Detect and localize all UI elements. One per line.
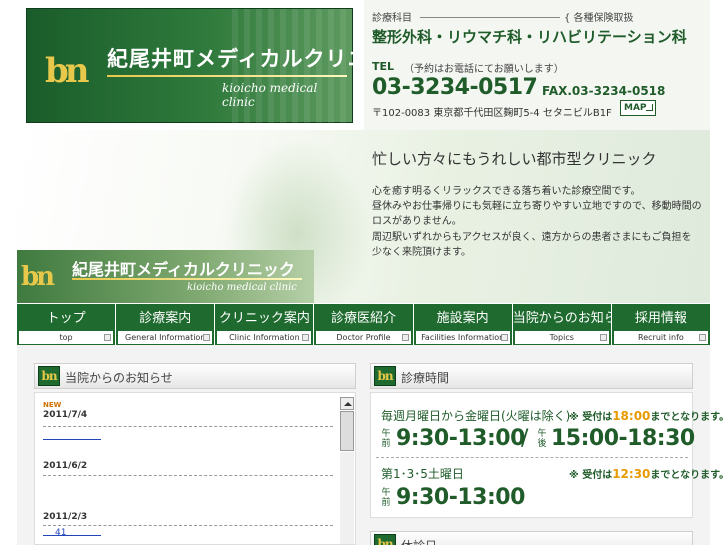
arrow-icon — [500, 334, 508, 341]
nav-label: 当院からのお知らせ — [512, 311, 630, 326]
logo-underline — [107, 75, 347, 77]
hours-table: 毎週月曜日から金曜日(火曜は除く) ※ 受付は18:00までとなります。 午前 … — [370, 392, 727, 518]
nav-sublabel: Topics — [513, 330, 610, 345]
hero-text-line: 少なく来院頂けます。 — [372, 247, 471, 258]
weekday-label: 毎週月曜日から金曜日(火曜は除く) — [381, 409, 571, 423]
news-link[interactable]: 41 — [43, 528, 101, 538]
tel-note: （予約はお電話にてお願いします） — [404, 64, 564, 75]
header-logo[interactable]: bn 紀尾井町メディカルクリニック kioicho medical clinic — [26, 8, 413, 124]
nav-label: 施設案内 — [436, 311, 489, 326]
nav-sublabel: Recruit info — [612, 330, 709, 345]
holiday-header: bn 休診日 — [370, 531, 693, 545]
saturday-note: ※ 受付は12:30までとなります。 — [569, 467, 727, 481]
address: 〒102-0083 東京都千代田区麹町5-4 セタニビルB1F — [372, 108, 612, 119]
arrow-icon — [698, 334, 706, 341]
news-link[interactable] — [43, 432, 101, 440]
news-title: 当院からのお知らせ — [65, 371, 173, 385]
am-label: 午前 — [381, 429, 391, 449]
bn-logo-icon: bn — [374, 366, 396, 386]
am-label: 午前 — [381, 488, 391, 508]
nav-label: 診療案内 — [139, 311, 192, 326]
divider — [376, 457, 688, 458]
nav-item-doctor-profile[interactable]: 診療医紹介 Doctor Profile — [314, 304, 414, 346]
arrow-icon — [104, 334, 112, 341]
arrow-icon — [203, 334, 211, 341]
header-logo-panel: bn 紀尾井町メディカルクリニック kioicho medical clinic — [17, 0, 413, 130]
clinic-name-en: kioicho medical clinic — [222, 81, 318, 109]
weekday-note: ※ 受付は18:00までとなります。 — [569, 409, 727, 423]
nav-sublabel: Facilities Information — [414, 330, 511, 345]
divider — [43, 426, 333, 427]
news-list: NEW 2011/7/4 2011/6/2 2011/2/3 41 — [34, 392, 356, 545]
saturday-am-hours: 9:30-13:00 — [396, 485, 525, 510]
logo-underline — [72, 278, 302, 280]
nav-label: トップ — [46, 311, 86, 326]
hero-text-line: 心を癒す明るくリラックスできる落ち着いた診療空間です。 — [372, 186, 641, 197]
scroll-thumb[interactable] — [340, 411, 354, 451]
nav-item-recruit[interactable]: 採用情報 Recruit info — [611, 304, 710, 346]
arrow-icon — [302, 334, 310, 341]
news-date: 2011/6/2 — [43, 461, 88, 471]
nav-sublabel: top — [18, 330, 115, 345]
arrow-icon — [401, 334, 409, 341]
news-date: 2011/2/3 — [43, 512, 88, 522]
bn-logo-icon: bn — [38, 366, 60, 386]
header-info: 診療科目 { 各種保険取扱 整形外科・リウマチ科・リハビリテーション科 TEL … — [364, 0, 710, 130]
map-button-label: MAP — [624, 103, 647, 113]
list-item: 2011/2/3 41 — [43, 512, 333, 538]
hero-headline: 忙しい方々にもうれしい都市型クリニック — [372, 150, 657, 168]
holiday-title: 休診日 — [401, 537, 437, 545]
weekday-am-hours: 9:30-13:00 — [396, 426, 525, 451]
news-header: bn 当院からのお知らせ — [34, 363, 356, 389]
hero-banner: bn 紀尾井町メディカルクリニック kioicho medical clinic… — [17, 130, 710, 303]
bn-logo-icon: bn — [21, 262, 55, 292]
nav-item-facilities[interactable]: 施設案内 Facilities Information — [413, 304, 513, 346]
arrow-icon — [646, 104, 653, 111]
phone-number: 03-3234-0517 — [372, 75, 538, 100]
divider — [43, 475, 333, 476]
new-badge: NEW — [43, 401, 62, 409]
bn-logo-icon: bn — [45, 51, 89, 91]
clinic-name: 紀尾井町メディカルクリニック — [72, 260, 295, 279]
dept-label: 診療科目 — [372, 13, 412, 24]
main-nav: トップ top 診療案内 General Information クリニック案内… — [17, 303, 710, 346]
clinic-name-en: kioicho medical clinic — [187, 282, 297, 293]
tel-label: TEL — [372, 60, 395, 73]
nav-item-topics[interactable]: 当院からのお知らせ Topics — [512, 304, 630, 346]
nav-item-top[interactable]: トップ top — [17, 304, 117, 346]
news-date: 2011/7/4 — [43, 410, 88, 420]
page: { "header": { "logo_mark": "bn", "clinic… — [0, 0, 727, 545]
insurance-note: { 各種保険取扱 — [564, 13, 634, 24]
hero-logo: bn 紀尾井町メディカルクリニック kioicho medical clinic — [17, 250, 314, 303]
divider — [43, 525, 333, 526]
divider — [420, 17, 560, 18]
hero-text-line: 周辺駅いずれからもアクセスが良く、遠方からの患者さまにもご負担を — [372, 232, 692, 243]
nav-sublabel: General Information — [117, 330, 214, 345]
scroll-track[interactable] — [340, 452, 354, 544]
saturday-label: 第1･3･5土曜日 — [381, 467, 464, 481]
nav-label: クリニック案内 — [218, 311, 310, 326]
nav-sublabel: Clinic Information — [216, 330, 313, 345]
nav-sublabel: Doctor Profile — [315, 330, 412, 345]
scrollbar[interactable] — [340, 397, 355, 544]
bn-logo-icon: bn — [374, 534, 396, 545]
pm-label: 午後 — [537, 429, 547, 449]
hero-text-line: 昼休みやお仕事帰りにも気軽に立ち寄りやすい立地ですので、移動時間の — [372, 201, 702, 212]
weekday-pm-hours: 15:00-18:30 — [551, 426, 695, 451]
time-separator: / — [521, 426, 528, 451]
scroll-up-icon[interactable] — [340, 397, 354, 410]
list-item: NEW 2011/7/4 — [43, 401, 333, 440]
list-item: 2011/6/2 — [43, 461, 333, 471]
hours-header: bn 診療時間 — [370, 363, 693, 389]
nav-label: 採用情報 — [634, 311, 687, 326]
nav-item-general-info[interactable]: 診療案内 General Information — [116, 304, 216, 346]
hours-title: 診療時間 — [401, 371, 450, 385]
map-button[interactable]: MAP — [620, 100, 656, 116]
hero-text-line: ロスがありません。 — [372, 216, 462, 227]
fax-number: FAX.03-3234-0518 — [542, 84, 666, 98]
arrow-icon — [599, 334, 607, 341]
nav-item-clinic-info[interactable]: クリニック案内 Clinic Information — [215, 304, 315, 346]
nav-label: 診療医紹介 — [330, 311, 396, 326]
departments: 整形外科・リウマチ科・リハビリテーション科 — [372, 28, 687, 46]
